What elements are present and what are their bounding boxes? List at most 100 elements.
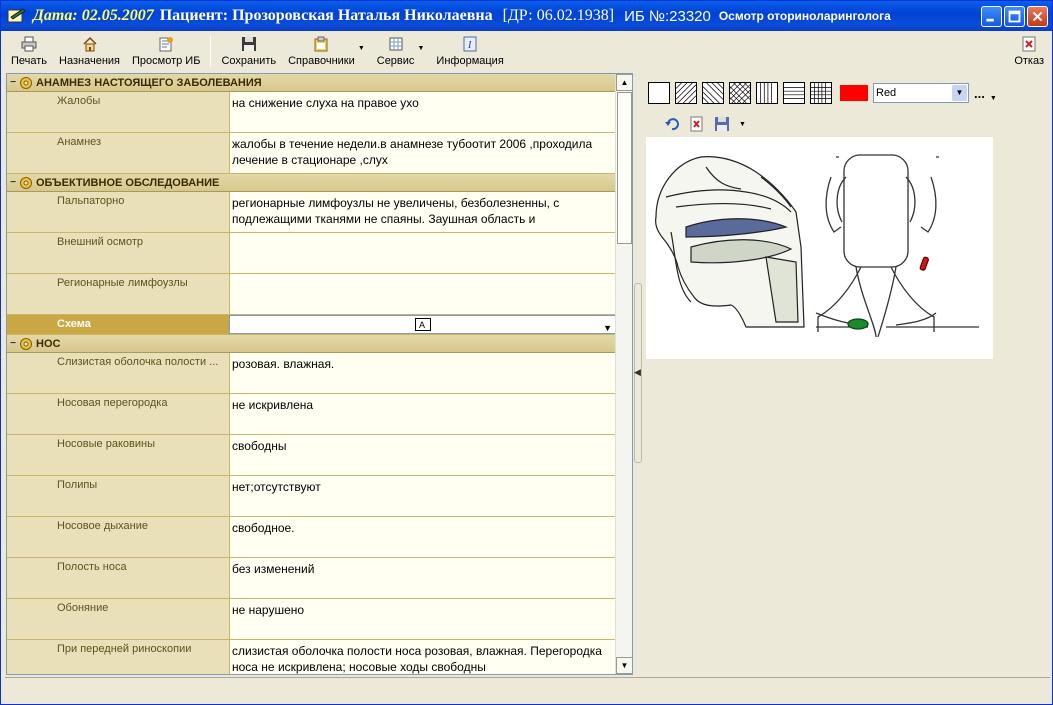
table-row: Регионарные лимфоузлы	[7, 274, 616, 315]
field-label: Носовая перегородка	[7, 394, 229, 434]
gear-icon	[20, 337, 32, 350]
vertical-scrollbar[interactable]: ▲ ▼	[615, 74, 632, 674]
field-value[interactable]: свободны	[229, 435, 616, 475]
field-label: Регионарные лимфоузлы	[7, 274, 229, 314]
field-value[interactable]: нет;отсутствуют	[229, 476, 616, 516]
delete-icon[interactable]	[689, 116, 705, 132]
print-button[interactable]: Печать	[5, 33, 53, 70]
fill-backdiagonal-icon[interactable]	[702, 82, 724, 104]
app-window: Дата: 02.05.2007 Пациент: Прозоровская Н…	[0, 0, 1053, 705]
table-row: Обоняние не нарушено	[7, 599, 616, 640]
collapse-icon[interactable]: −	[7, 338, 19, 349]
schema-dropdown[interactable]: A ▼	[229, 315, 616, 334]
field-value[interactable]: регионарные лимфоузлы не увеличены, безб…	[229, 192, 616, 232]
table-row: Внешний осмотр	[7, 233, 616, 274]
close-button[interactable]	[1027, 6, 1048, 27]
section-header[interactable]: − ОБЪЕКТИВНОЕ ОБСЛЕДОВАНИЕ	[7, 174, 616, 192]
color-select[interactable]: Red ▼	[873, 83, 969, 103]
field-label: Внешний осмотр	[7, 233, 229, 273]
assignments-button[interactable]: Назначения	[53, 33, 126, 70]
fill-diagonal-icon[interactable]	[675, 82, 697, 104]
field-label: Жалобы	[7, 92, 229, 132]
section-header[interactable]: − АНАМНЕЗ НАСТОЯЩЕГО ЗАБОЛЕВАНИЯ	[7, 74, 616, 92]
chevron-down-icon[interactable]: ▼	[417, 45, 424, 52]
table-row: Анамнез жалобы в течение недели.в анамне…	[7, 133, 616, 174]
schema-row: Схема A ▼	[7, 315, 616, 335]
chevron-down-icon[interactable]: ▼	[358, 45, 365, 52]
field-label: Анамнез	[7, 133, 229, 173]
document-view-icon	[159, 37, 174, 52]
references-label: Справочники	[288, 55, 355, 67]
field-value[interactable]: не нарушено	[229, 599, 616, 639]
service-button[interactable]: Сервис ▼	[371, 33, 424, 70]
scroll-down-button[interactable]: ▼	[616, 657, 632, 674]
section-header[interactable]: − НОС	[7, 335, 616, 353]
svg-text:A: A	[419, 320, 425, 330]
chevron-down-icon[interactable]: ▼	[990, 95, 997, 102]
save-image-icon[interactable]	[714, 116, 730, 132]
field-value[interactable]: свободное.	[229, 517, 616, 557]
cancel-label: Отказ	[1014, 55, 1044, 67]
field-label: Носовые раковины	[7, 435, 229, 475]
schema-label: Схема	[7, 315, 229, 334]
field-label: Носовое дыхание	[7, 517, 229, 557]
visit-date: Дата: 02.05.2007	[33, 7, 154, 24]
save-button[interactable]: Сохранить	[215, 33, 282, 70]
table-row: Носовая перегородка не искривлена	[7, 394, 616, 435]
more-options-button[interactable]: ...	[974, 86, 985, 101]
fill-crosshatch-icon[interactable]	[729, 82, 751, 104]
fill-horizontal-icon[interactable]	[783, 82, 805, 104]
floppy-icon	[241, 37, 256, 51]
minimize-button[interactable]	[981, 6, 1002, 27]
info-icon: I	[463, 36, 477, 52]
fill-vertical-icon[interactable]	[756, 82, 778, 104]
table-row: Полипы нет;отсутствуют	[7, 476, 616, 517]
patient-dob: [ДР: 06.02.1938]	[502, 7, 615, 24]
section-title: НОС	[36, 337, 61, 350]
info-button[interactable]: I Информация	[430, 33, 509, 70]
undo-icon[interactable]	[664, 116, 680, 132]
schema-canvas[interactable]	[646, 137, 993, 359]
field-value[interactable]: без изменений	[229, 558, 616, 598]
patient-name: Пациент: Прозоровская Наталья Николаевна	[159, 7, 493, 24]
field-value[interactable]: жалобы в течение недели.в анамнезе тубоо…	[229, 133, 616, 173]
section-title: АНАМНЕЗ НАСТОЯЩЕГО ЗАБОЛЕВАНИЯ	[36, 76, 262, 89]
fill-grid-icon[interactable]	[810, 82, 832, 104]
text-editor-icon: A	[414, 318, 431, 331]
frontal-section-image	[815, 154, 979, 338]
app-icon	[7, 8, 26, 23]
maximize-button[interactable]	[1004, 6, 1025, 27]
field-label: Полость носа	[7, 558, 229, 598]
field-label: При передней риноскопии	[7, 640, 229, 674]
collapse-icon[interactable]: −	[7, 77, 19, 88]
drawing-actions-toolbar: ▼	[664, 113, 784, 135]
collapse-icon[interactable]: −	[7, 177, 19, 188]
gear-icon	[20, 76, 32, 89]
table-row: При передней риноскопии слизистая оболоч…	[7, 640, 616, 674]
field-value[interactable]: слизистая оболочка полости носа розовая,…	[229, 640, 616, 674]
field-value[interactable]: не искривлена	[229, 394, 616, 434]
field-value[interactable]: розовая. влажная.	[229, 353, 616, 393]
view-ib-button[interactable]: Просмотр ИБ	[126, 33, 206, 70]
table-row: Жалобы на снижение слуха на правое ухо	[7, 92, 616, 133]
scrollbar-thumb[interactable]	[617, 92, 632, 244]
chevron-down-icon[interactable]: ▼	[952, 85, 967, 101]
field-value[interactable]: на снижение слуха на правое ухо	[229, 92, 616, 132]
chevron-down-icon[interactable]: ▼	[739, 121, 746, 128]
table-row: Носовые раковины свободны	[7, 435, 616, 476]
clipboard-icon	[314, 36, 328, 52]
field-value[interactable]	[229, 233, 616, 273]
chevron-left-icon[interactable]: ◀	[634, 367, 641, 378]
color-select-value: Red	[876, 87, 897, 99]
color-swatch[interactable]	[840, 85, 868, 101]
view-ib-label: Просмотр ИБ	[132, 55, 201, 67]
references-button[interactable]: Справочники ▼	[282, 33, 365, 70]
field-value[interactable]	[229, 274, 616, 314]
assignments-label: Назначения	[59, 55, 121, 67]
home-icon	[83, 36, 97, 52]
fill-empty-icon[interactable]	[648, 82, 670, 104]
save-label: Сохранить	[221, 55, 277, 67]
chevron-down-icon[interactable]: ▼	[603, 320, 612, 333]
cancel-button[interactable]: Отказ	[1008, 33, 1050, 70]
scroll-up-button[interactable]: ▲	[616, 74, 632, 91]
